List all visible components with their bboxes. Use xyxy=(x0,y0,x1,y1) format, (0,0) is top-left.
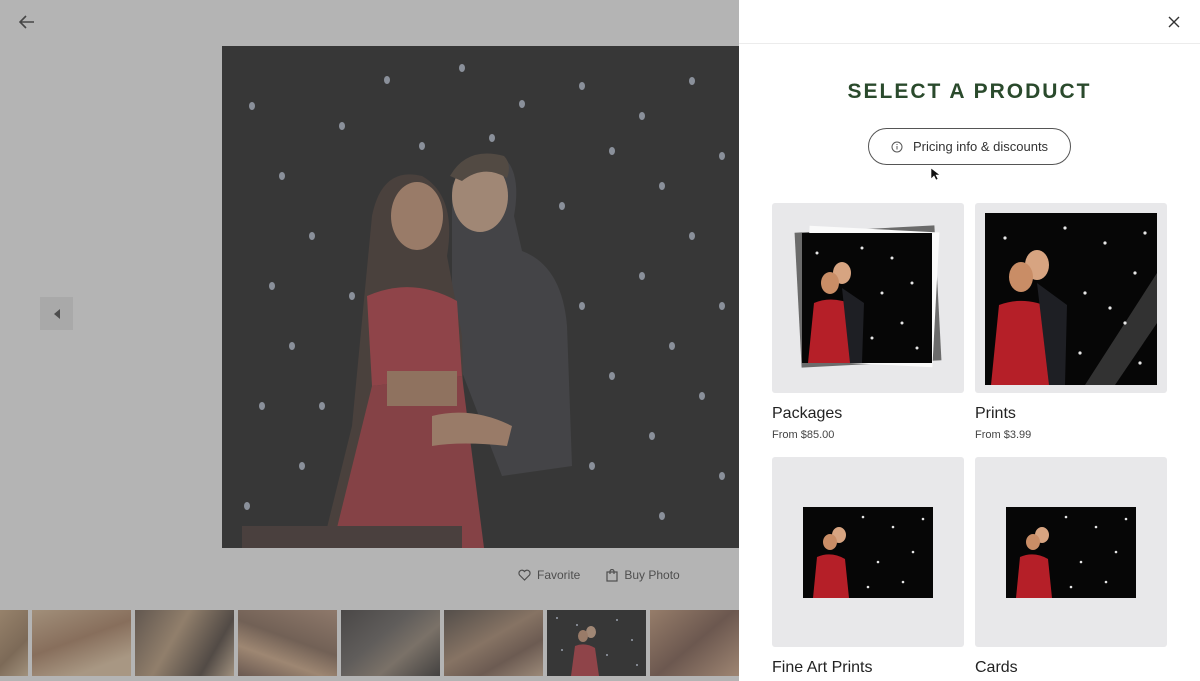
main-photo xyxy=(222,46,739,548)
couple-thumb-image xyxy=(547,610,646,676)
mouse-cursor-icon xyxy=(930,167,940,181)
product-image-fine-art-prints xyxy=(772,457,964,647)
product-card-prints[interactable]: Prints From $3.99 xyxy=(975,203,1167,441)
heart-icon xyxy=(518,569,531,581)
filmstrip-thumb[interactable] xyxy=(341,610,440,676)
product-card-packages[interactable]: Packages From $85.00 xyxy=(772,203,964,441)
product-card-fine-art-prints[interactable]: Fine Art Prints xyxy=(772,457,964,677)
close-button[interactable] xyxy=(1164,12,1184,32)
pricing-info-label: Pricing info & discounts xyxy=(912,139,1049,154)
product-image-prints xyxy=(975,203,1167,393)
product-price: From $3.99 xyxy=(975,429,1032,441)
buy-photo-label: Buy Photo xyxy=(624,568,680,582)
previous-photo-button[interactable] xyxy=(40,297,73,330)
couple-photo-image xyxy=(222,46,739,548)
photo-viewer: Favorite Buy Photo xyxy=(0,0,739,681)
filmstrip-thumb[interactable] xyxy=(444,610,543,676)
caret-left-icon xyxy=(53,308,60,319)
product-name: Cards xyxy=(975,659,1018,676)
product-image-packages xyxy=(772,203,964,393)
arrow-left-icon xyxy=(19,15,34,29)
filmstrip-thumb[interactable] xyxy=(238,610,337,676)
pricing-info-button[interactable]: Pricing info & discounts xyxy=(868,128,1071,165)
filmstrip-thumb-selected[interactable] xyxy=(547,610,646,676)
packages-photo-image xyxy=(802,233,932,363)
filmstrip-thumb[interactable] xyxy=(32,610,131,676)
drawer-header xyxy=(739,0,1200,44)
back-button[interactable] xyxy=(14,10,40,34)
fine-art-photo-image xyxy=(803,507,933,598)
prints-photo-image xyxy=(985,213,1157,385)
filmstrip-thumb[interactable] xyxy=(0,610,28,676)
drawer-title: SELECT A PRODUCT xyxy=(847,80,1092,103)
cards-photo-image xyxy=(1006,507,1136,598)
product-price: From $85.00 xyxy=(772,429,835,441)
buy-photo-button[interactable]: Buy Photo xyxy=(606,568,680,582)
filmstrip-thumb[interactable] xyxy=(135,610,234,676)
filmstrip xyxy=(0,610,739,676)
product-grid: Packages From $85.00 Prints From $3.99 F… xyxy=(772,203,1167,677)
product-name: Prints xyxy=(975,405,1016,422)
bag-icon xyxy=(606,568,618,582)
photo-actions: Favorite Buy Photo xyxy=(518,568,680,582)
close-icon xyxy=(1168,16,1180,28)
filmstrip-thumb[interactable] xyxy=(650,610,739,676)
info-circle-icon xyxy=(891,141,903,152)
favorite-button[interactable]: Favorite xyxy=(518,568,580,582)
product-name: Packages xyxy=(772,405,843,422)
favorite-label: Favorite xyxy=(537,568,581,582)
product-name: Fine Art Prints xyxy=(772,659,873,676)
product-card-cards[interactable]: Cards xyxy=(975,457,1167,677)
product-drawer: SELECT A PRODUCT Pricing info & discount… xyxy=(739,0,1200,681)
product-image-cards xyxy=(975,457,1167,647)
